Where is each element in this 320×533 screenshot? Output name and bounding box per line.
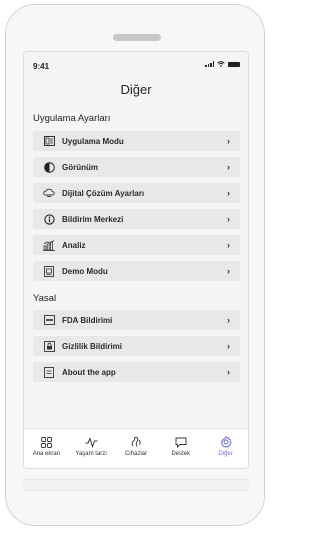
chevron-right-icon: › [227, 240, 230, 250]
row-digital-solution-settings[interactable]: Dijital Çözüm Ayarları › [33, 183, 240, 203]
tab-label: Destek [171, 451, 191, 457]
page-title: Diğer [120, 82, 152, 97]
row-label: Gizlilik Bildirimi [62, 341, 123, 351]
row-appearance[interactable]: Görünüm › [33, 157, 240, 177]
tab-devices[interactable]: Cihazlar [114, 429, 159, 468]
app-screen: 9:41 Diğer Uygulama Ayarları Uygulama Mo… [23, 51, 249, 469]
support-chat-icon [175, 436, 187, 448]
settings-list[interactable]: Uygulama Ayarları Uygulama Modu › Görünü… [24, 102, 248, 428]
chevron-right-icon: › [227, 341, 230, 351]
chevron-right-icon: › [227, 162, 230, 172]
lifestyle-wave-icon [85, 436, 98, 448]
chevron-right-icon: › [227, 266, 230, 276]
phone-top-bezel [6, 5, 264, 51]
privacy-icon [40, 340, 58, 352]
row-privacy-notice[interactable]: Gizlilik Bildirimi › [33, 336, 240, 356]
status-icons [205, 61, 240, 67]
row-label: About the app [62, 367, 116, 377]
status-time: 9:41 [33, 62, 50, 71]
appearance-icon [40, 161, 58, 173]
tab-support[interactable]: Destek [158, 429, 203, 468]
battery-icon [228, 61, 240, 67]
tab-label: Diğer [218, 451, 233, 457]
section-header-app-settings: Uygulama Ayarları [33, 113, 111, 124]
tab-label: Cihazlar [124, 451, 147, 457]
tab-label: Yaşam tarzı [75, 451, 107, 457]
row-about-the-app[interactable]: About the app › [33, 362, 240, 382]
info-icon [40, 213, 58, 225]
about-icon [40, 366, 58, 378]
tab-lifestyle[interactable]: Yaşam tarzı [69, 429, 114, 468]
row-demo-mode[interactable]: Demo Modu › [33, 261, 240, 281]
devices-icon [130, 436, 142, 448]
tab-other[interactable]: Diğer [203, 429, 248, 468]
row-label: Bildirim Merkezi [62, 214, 124, 224]
row-label: Dijital Çözüm Ayarları [62, 188, 145, 198]
row-label: FDA Bildirimi [62, 315, 113, 325]
row-label: Demo Modu [62, 266, 108, 276]
section-header-legal: Yasal [33, 293, 57, 304]
home-grid-icon [40, 436, 52, 448]
wifi-icon [217, 61, 225, 67]
row-label: Analiz [62, 240, 86, 250]
digital-solution-icon [40, 188, 58, 198]
row-label: Görünüm [62, 162, 98, 172]
chevron-right-icon: › [227, 188, 230, 198]
row-fda-notice[interactable]: FDA Bildirimi › [33, 310, 240, 330]
chevron-right-icon: › [227, 367, 230, 377]
row-app-mode[interactable]: Uygulama Modu › [33, 131, 240, 151]
tab-home[interactable]: Ana ekran [24, 429, 69, 468]
settings-gear-icon [220, 436, 232, 448]
row-analytics[interactable]: Analiz › [33, 235, 240, 255]
app-mode-icon [40, 136, 58, 146]
analytics-icon [40, 239, 58, 251]
chevron-right-icon: › [227, 214, 230, 224]
status-bar: 9:41 [24, 52, 248, 74]
phone-bottom-bar [23, 479, 249, 491]
phone-frame: 9:41 Diğer Uygulama Ayarları Uygulama Mo… [5, 4, 265, 526]
phone-speaker [113, 34, 161, 41]
tab-label: Ana ekran [32, 451, 61, 457]
row-label: Uygulama Modu [62, 136, 124, 146]
demo-icon [40, 265, 58, 277]
cellular-signal-icon [205, 61, 214, 67]
chevron-right-icon: › [227, 315, 230, 325]
fda-icon [40, 315, 58, 325]
row-notification-center[interactable]: Bildirim Merkezi › [33, 209, 240, 229]
chevron-right-icon: › [227, 136, 230, 146]
bottom-tab-bar: Ana ekran Yaşam tarzı Cihazlar Destek Di… [24, 428, 248, 468]
